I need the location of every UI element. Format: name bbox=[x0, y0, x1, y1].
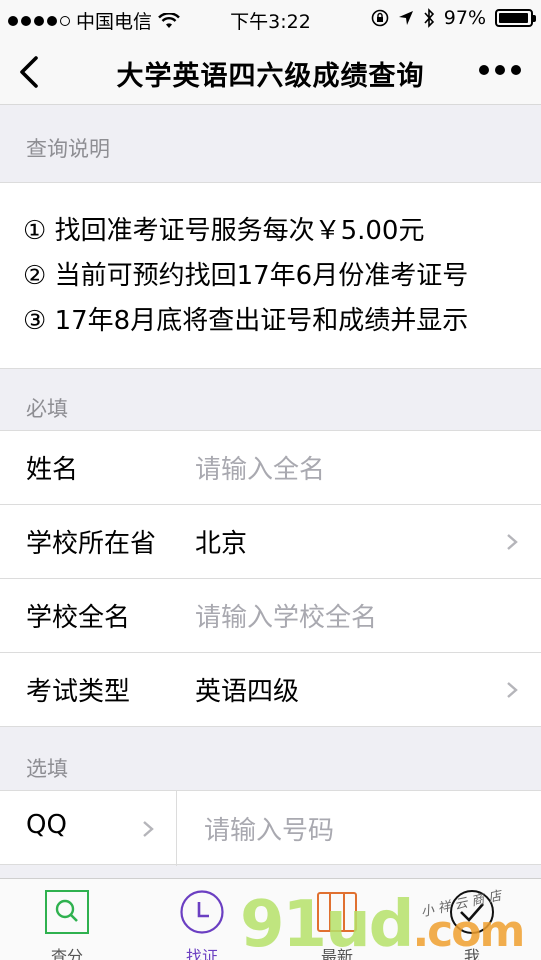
province-select[interactable]: 北京 bbox=[195, 523, 247, 560]
school-row[interactable]: 学校全名 请输入学校全名 bbox=[0, 579, 541, 653]
divider bbox=[176, 791, 177, 866]
qq-input[interactable]: 请输入号码 bbox=[204, 810, 334, 847]
status-bar: 中国电信 下午3:22 97% bbox=[0, 0, 541, 40]
nav-bar: 大学英语四六级成绩查询 bbox=[0, 40, 541, 105]
name-row[interactable]: 姓名 请输入全名 bbox=[0, 431, 541, 505]
exam-type-select[interactable]: 英语四级 bbox=[195, 671, 299, 708]
rotation-lock-icon bbox=[371, 9, 389, 27]
tab-find-id[interactable]: 找证 bbox=[162, 889, 242, 960]
tab-score[interactable]: 查分 bbox=[27, 889, 107, 960]
battery-level bbox=[499, 13, 529, 23]
name-input[interactable]: 请输入全名 bbox=[195, 449, 325, 486]
battery-percent: 97% bbox=[443, 7, 486, 29]
page-title: 大学英语四六级成绩查询 bbox=[116, 61, 425, 92]
qq-label[interactable]: QQ bbox=[26, 810, 67, 840]
chevron-right-icon[interactable] bbox=[141, 819, 155, 839]
more-icon[interactable] bbox=[479, 65, 521, 75]
note-item: ③ 17年8月底将查出证号和成绩并显示 bbox=[23, 306, 469, 336]
required-form: 姓名 请输入全名 学校所在省 北京 学校全名 请输入学校全名 考试类型 英语四级 bbox=[0, 430, 541, 727]
chevron-right-icon bbox=[507, 682, 518, 698]
chevron-right-icon bbox=[507, 534, 518, 550]
watermark-main: 91ud bbox=[240, 888, 414, 960]
bluetooth-icon bbox=[424, 8, 434, 28]
exam-type-label: 考试类型 bbox=[26, 677, 131, 707]
clock-icon bbox=[180, 890, 224, 934]
location-icon bbox=[398, 11, 413, 25]
province-label: 学校所在省 bbox=[26, 529, 157, 559]
province-row[interactable]: 学校所在省 北京 bbox=[0, 505, 541, 579]
optional-form: QQ 请输入号码 bbox=[0, 790, 541, 866]
note-item: ① 找回准考证号服务每次￥5.00元 bbox=[23, 216, 425, 246]
name-label: 姓名 bbox=[26, 455, 79, 485]
tab-label: 找证 bbox=[185, 947, 218, 960]
optional-section-title: 选填 bbox=[26, 757, 68, 781]
school-label: 学校全名 bbox=[26, 603, 131, 633]
status-right: 97% bbox=[371, 7, 536, 29]
required-section-title: 必填 bbox=[26, 397, 68, 421]
battery-icon bbox=[495, 9, 536, 27]
search-icon bbox=[45, 890, 89, 934]
note-item: ② 当前可预约找回17年6月份准考证号 bbox=[23, 261, 469, 291]
notes-section-title: 查询说明 bbox=[26, 137, 110, 161]
tab-label: 查分 bbox=[50, 947, 83, 960]
exam-type-row[interactable]: 考试类型 英语四级 bbox=[0, 653, 541, 727]
school-input[interactable]: 请输入学校全名 bbox=[195, 597, 377, 634]
notes-card: ① 找回准考证号服务每次￥5.00元 ② 当前可预约找回17年6月份准考证号 ③… bbox=[0, 182, 541, 369]
